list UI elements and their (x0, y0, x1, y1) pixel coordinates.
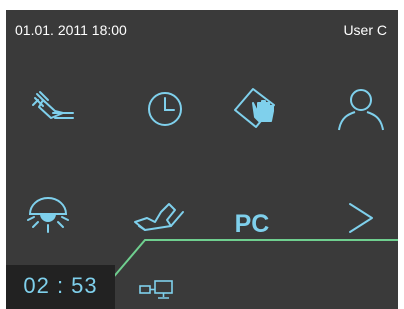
user-label[interactable]: User C (343, 22, 387, 38)
hand-touch-button[interactable] (229, 83, 293, 147)
clock-button[interactable] (132, 83, 196, 147)
pc-button[interactable]: PC (220, 192, 284, 256)
chevron-right-icon (349, 203, 373, 233)
pc-label: PC (234, 210, 270, 238)
handpiece-button[interactable] (21, 83, 85, 147)
clock-icon (148, 92, 182, 126)
next-page-button[interactable] (328, 192, 392, 256)
foot-control-button[interactable] (131, 192, 195, 256)
control-screen: 01.01. 2011 18:00 User C PC 02: 53 (6, 10, 398, 309)
foot-control-icon (134, 203, 184, 231)
timer-display: 02 : 53 (23, 273, 98, 298)
network-icon (139, 280, 173, 299)
operating-light-icon (27, 197, 69, 233)
handpiece-icon (32, 91, 74, 119)
status-bar: 01.01. 2011 18:00 User C (6, 10, 398, 50)
user-button[interactable] (329, 83, 393, 147)
hand-touch-icon (234, 88, 275, 128)
timer-panel: 02 : 53 (6, 265, 115, 309)
operating-light-button[interactable] (16, 192, 80, 256)
user-icon (338, 89, 384, 131)
date-time: 01.01. 2011 18:00 (15, 22, 127, 38)
